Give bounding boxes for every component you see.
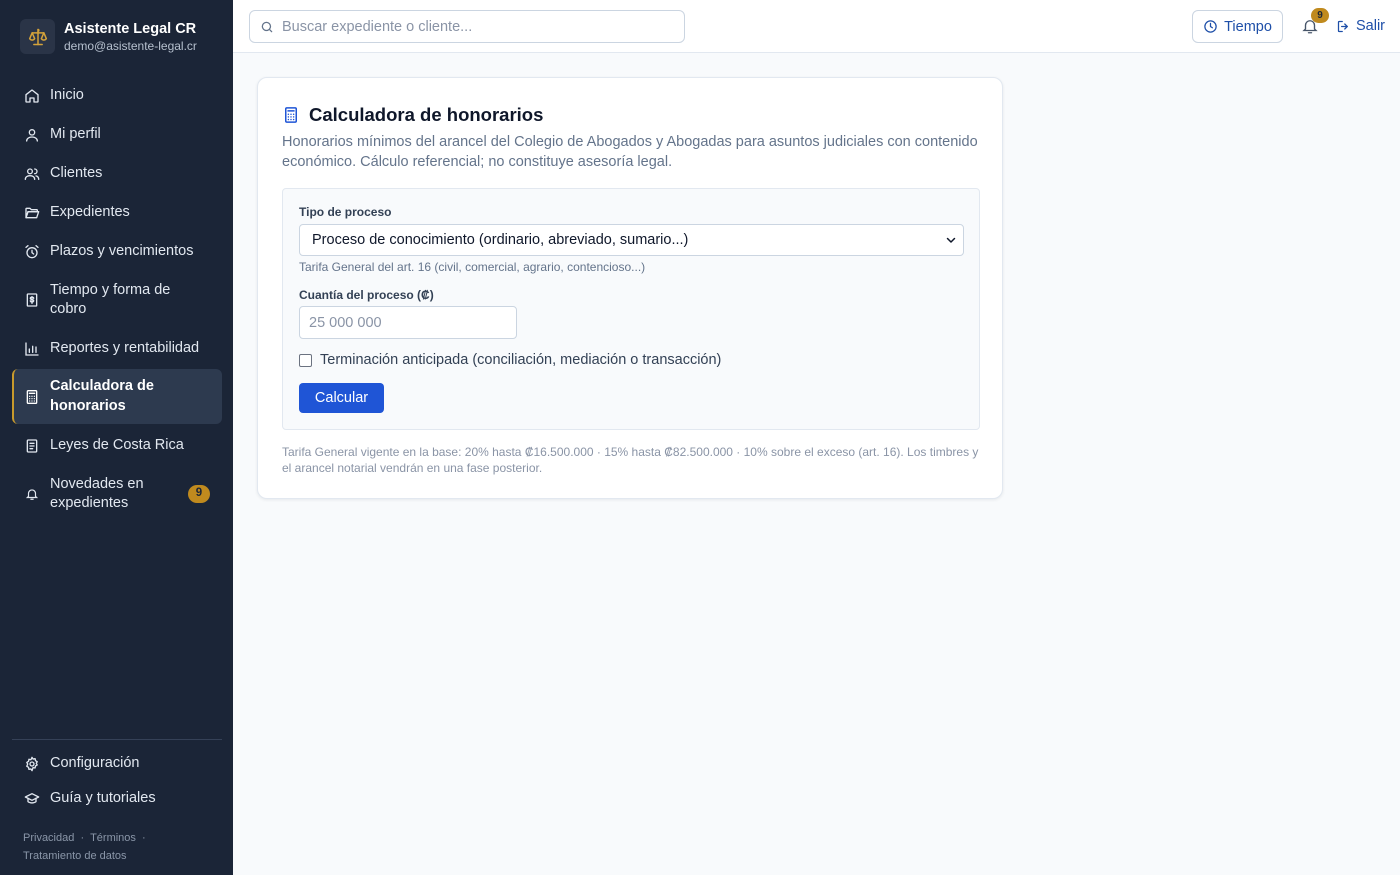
search-input[interactable] — [282, 18, 662, 35]
sidebar-item-novedades[interactable]: Novedades en expedientes 9 — [12, 465, 222, 523]
notifications-badge: 9 — [1311, 8, 1329, 23]
sidebar-item-clientes[interactable]: Clientes — [12, 154, 222, 193]
sidebar-item-label: Guía y tutoriales — [50, 789, 156, 806]
legal-links: Privacidad · Términos · Tratamiento de d… — [23, 829, 223, 865]
calculator-icon — [282, 106, 300, 124]
page-title: Calculadora de honorarios — [309, 104, 544, 125]
privacy-link[interactable]: Privacidad — [23, 832, 74, 844]
tiempo-button[interactable]: Tiempo — [1192, 10, 1283, 43]
process-type-label: Tipo de proceso — [299, 205, 392, 219]
bar-chart-icon — [24, 341, 40, 357]
clock-icon — [1203, 19, 1218, 34]
sidebar-item-configuracion[interactable]: Configuración — [12, 746, 222, 781]
search-box[interactable] — [249, 10, 685, 43]
process-type-value: Proceso de conocimiento (ordinario, abre… — [312, 232, 689, 248]
calculate-button[interactable]: Calcular — [299, 383, 384, 413]
topbar: Tiempo 9 Salir — [233, 0, 1400, 53]
process-type-hint: Tarifa General del art. 16 (civil, comer… — [299, 260, 646, 274]
sidebar-item-label: Novedades en expedientes — [50, 475, 144, 512]
alarm-icon — [24, 244, 40, 260]
sidebar-item-label: Leyes de Costa Rica — [50, 436, 184, 453]
notification-count-badge: 9 — [188, 485, 210, 503]
sidebar-item-label: Tiempo y forma de cobro — [50, 281, 171, 318]
logout-icon — [1336, 19, 1351, 34]
scales-logo-icon — [20, 19, 55, 54]
early-termination-checkbox[interactable] — [299, 353, 312, 367]
sidebar-item-mi-perfil[interactable]: Mi perfil — [12, 115, 222, 154]
sidebar-item-label: Expedientes — [50, 203, 130, 220]
gear-icon — [24, 756, 40, 772]
sidebar-item-expedientes[interactable]: Expedientes — [12, 193, 222, 232]
amount-label: Cuantía del proceso (₡) — [299, 288, 434, 302]
sidebar-item-label: Configuración — [50, 754, 140, 771]
user-icon — [24, 127, 40, 143]
sidebar-item-label: Mi perfil — [50, 125, 101, 142]
sidebar-item-guia[interactable]: Guía y tutoriales — [12, 781, 222, 816]
search-icon — [260, 20, 274, 34]
fee-calculator-card: Calculadora de honorarios Honorarios mín… — [257, 77, 1003, 499]
sidebar-item-inicio[interactable]: Inicio — [12, 76, 222, 115]
brand-title: Asistente Legal CR — [64, 20, 197, 37]
sidebar: Asistente Legal CR demo@asistente-legal.… — [0, 0, 233, 875]
sidebar-nav: Inicio Mi perfil Clientes Expedientes Pl… — [12, 76, 222, 523]
sidebar-item-label: Reportes y rentabilidad — [50, 339, 200, 356]
terms-link[interactable]: Términos — [90, 832, 136, 844]
receipt-icon — [24, 292, 40, 308]
home-icon — [24, 88, 40, 104]
logout-label: Salir — [1356, 18, 1386, 34]
sidebar-item-label: Inicio — [50, 86, 84, 103]
users-icon — [24, 166, 40, 182]
sidebar-item-reportes[interactable]: Reportes y rentabilidad — [12, 329, 222, 368]
book-icon — [24, 438, 40, 454]
folder-icon — [24, 205, 40, 221]
page-description: Honorarios mínimos del arancel del Coleg… — [282, 134, 978, 170]
data-treatment-link[interactable]: Tratamiento de datos — [23, 850, 127, 862]
separator: · — [80, 832, 85, 844]
sidebar-item-leyes[interactable]: Leyes de Costa Rica — [12, 426, 222, 465]
card-header: Calculadora de honorarios — [282, 104, 543, 126]
separator: · — [142, 832, 146, 844]
process-type-select[interactable]: Proceso de conocimiento (ordinario, abre… — [299, 224, 964, 256]
early-termination-label: Terminación anticipada (conciliación, me… — [320, 352, 722, 368]
tiempo-label: Tiempo — [1224, 18, 1272, 35]
sidebar-footer-nav: Configuración Guía y tutoriales — [12, 739, 222, 816]
calculator-form: Tipo de proceso Proceso de conocimiento … — [282, 188, 980, 430]
sidebar-item-plazos[interactable]: Plazos y vencimientos — [12, 232, 222, 271]
sidebar-item-tiempo-cobro[interactable]: Tiempo y forma de cobro — [12, 271, 222, 329]
logout-button[interactable]: Salir — [1336, 15, 1385, 37]
sidebar-item-label: Calculadora de honorarios — [50, 378, 154, 414]
graduation-cap-icon — [24, 791, 40, 807]
sidebar-item-calculadora[interactable]: Calculadora de honorarios — [12, 369, 222, 424]
bell-icon — [24, 486, 40, 502]
tariff-footnote: Tarifa General vigente en la base: 20% h… — [282, 445, 979, 475]
sidebar-item-label: Plazos y vencimientos — [50, 242, 194, 259]
chevron-down-icon — [945, 234, 957, 246]
amount-input[interactable] — [299, 306, 517, 339]
brand[interactable]: Asistente Legal CR demo@asistente-legal.… — [20, 19, 197, 54]
calculator-icon — [24, 389, 40, 405]
sidebar-item-label: Clientes — [50, 164, 103, 181]
early-termination-option[interactable]: Terminación anticipada (conciliación, me… — [299, 352, 721, 368]
user-email: demo@asistente-legal.cr — [64, 38, 197, 53]
